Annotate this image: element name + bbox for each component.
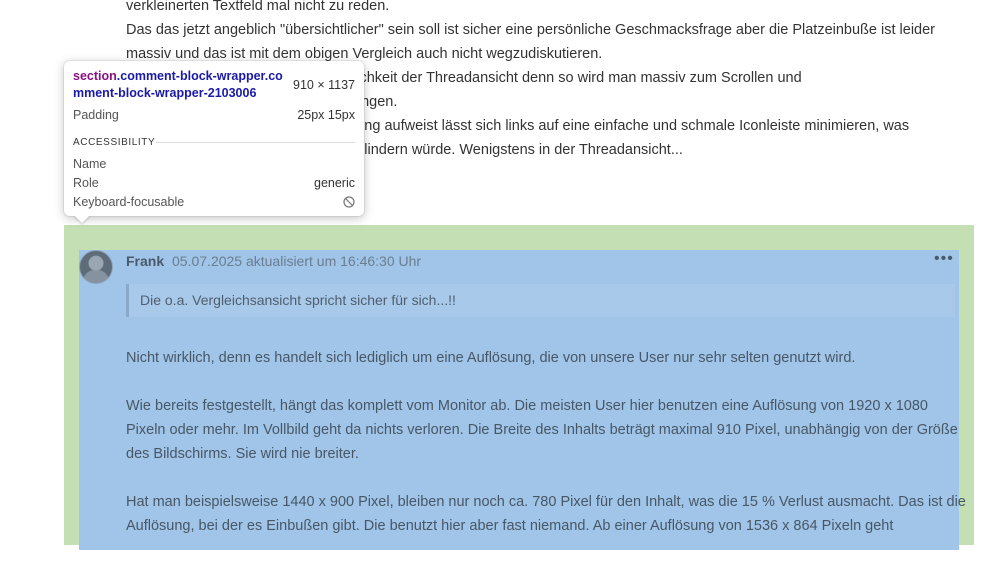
- avatar[interactable]: [79, 250, 113, 284]
- element-selector: section.comment-block-wrapper.comment-bl…: [73, 68, 283, 102]
- comment-body: Nicht wirklich, denn es handelt sich led…: [126, 346, 966, 562]
- comment-author[interactable]: Frank: [126, 253, 164, 269]
- prev-line: verkleinerten Textfeld mal nicht zu rede…: [126, 0, 390, 14]
- comment-paragraph: Wie bereits festgestellt, hängt das komp…: [126, 398, 958, 462]
- role-value: generic: [314, 176, 355, 190]
- padding-label: Padding: [73, 108, 119, 122]
- accessibility-heading: ACCESSIBILITY: [73, 137, 156, 148]
- selector-tag: section: [73, 69, 117, 83]
- divider: [156, 142, 355, 143]
- name-label: Name: [73, 157, 107, 171]
- more-options-button[interactable]: •••: [934, 250, 954, 268]
- not-allowed-icon: [343, 196, 355, 208]
- devtools-inspect-tooltip: section.comment-block-wrapper.comment-bl…: [64, 61, 364, 216]
- role-label: Role: [73, 176, 99, 190]
- prev-line: Das das jetzt angeblich "übersichtlicher…: [126, 22, 935, 38]
- comment-header: Frank 05.07.2025 aktualisiert um 16:46:3…: [126, 253, 421, 269]
- comment-paragraph: Nicht wirklich, denn es handelt sich led…: [126, 350, 856, 366]
- quote-block: Die o.a. Vergleichsansicht spricht siche…: [126, 284, 955, 317]
- focusable-label: Keyboard-focusable: [73, 195, 185, 209]
- comment-timestamp: 05.07.2025 aktualisiert um 16:46:30 Uhr: [172, 253, 422, 269]
- padding-value: 25px 15px: [297, 108, 355, 122]
- element-size: 910 × 1137: [293, 78, 355, 92]
- tooltip-arrow: [74, 215, 90, 223]
- comment-paragraph: Hat man beispielsweise 1440 x 900 Pixel,…: [126, 494, 966, 534]
